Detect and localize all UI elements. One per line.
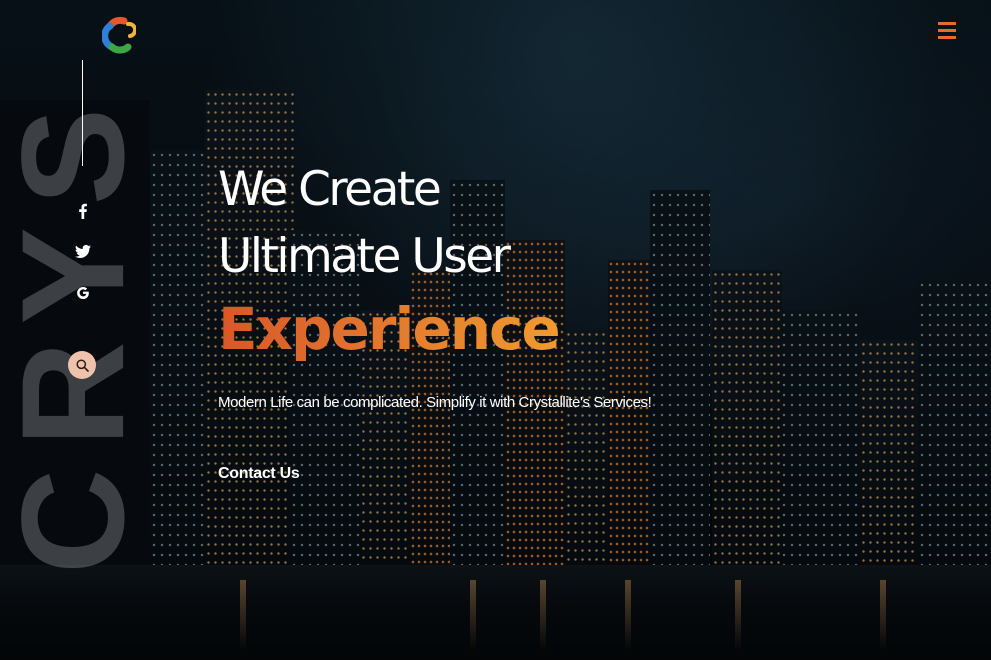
- sidebar-divider: [82, 60, 83, 166]
- contact-us-link[interactable]: Contact Us: [218, 465, 300, 483]
- facebook-icon[interactable]: [72, 200, 94, 222]
- search-icon: [75, 358, 89, 372]
- hamburger-menu-icon[interactable]: [936, 20, 958, 42]
- hero-subtitle: Modern Life can be complicated. Simplify…: [218, 394, 652, 411]
- crystallite-logo-icon[interactable]: [101, 12, 138, 58]
- google-icon[interactable]: [72, 282, 94, 304]
- headline-line-1: We Create: [218, 162, 442, 217]
- headline-accent: Experience: [218, 290, 561, 368]
- hero-headline: We Create Ultimate User Experience: [218, 156, 561, 368]
- search-button[interactable]: [68, 351, 96, 379]
- headline-line-2: Ultimate User: [218, 229, 511, 284]
- twitter-icon[interactable]: [72, 240, 94, 262]
